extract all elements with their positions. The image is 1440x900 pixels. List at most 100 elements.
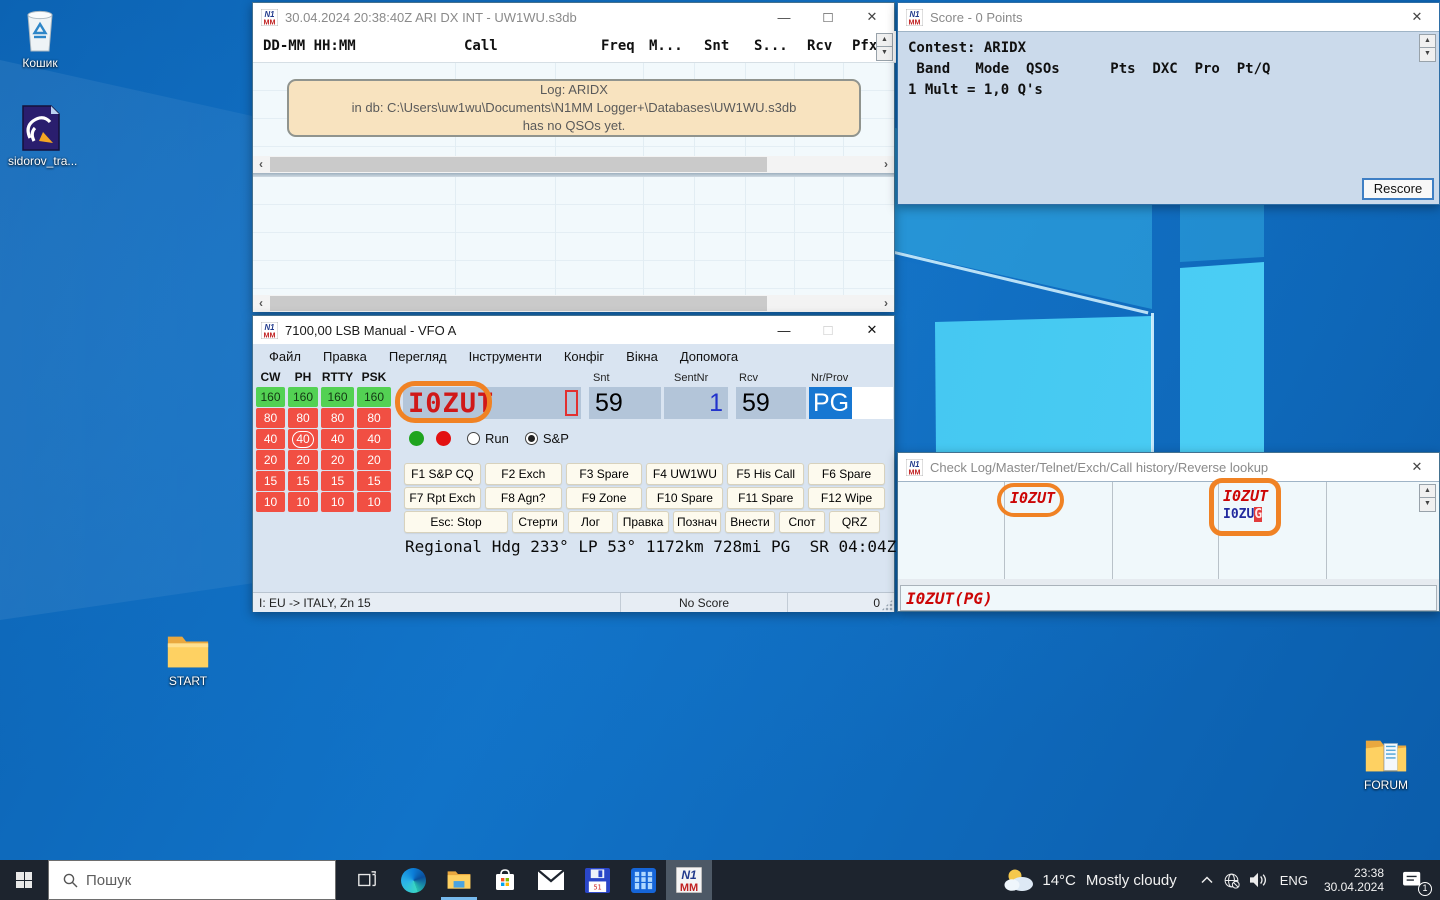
- resize-grip[interactable]: [881, 599, 893, 611]
- minimize-icon[interactable]: [762, 316, 806, 344]
- check-window-titlebar[interactable]: N1MM Check Log/Master/Telnet/Exch/Call h…: [898, 453, 1439, 481]
- nrprov-input[interactable]: PG: [809, 387, 893, 419]
- language-indicator[interactable]: ENG: [1280, 873, 1308, 888]
- close-icon[interactable]: [850, 3, 894, 31]
- band-button-psk-15[interactable]: 15: [357, 471, 391, 491]
- menu-edit[interactable]: Правка: [323, 349, 367, 364]
- f9-button[interactable]: F9 Zone: [566, 487, 643, 509]
- band-button-cw-20[interactable]: 20: [256, 450, 285, 470]
- band-button-rtty-40[interactable]: 40: [321, 429, 354, 449]
- n1mm-taskbar-button[interactable]: N1MM: [666, 860, 712, 900]
- band-button-ph-15[interactable]: 15: [288, 471, 318, 491]
- f1-button[interactable]: F1 S&P CQ: [404, 463, 481, 485]
- scrollbar-thumb[interactable]: [270, 157, 767, 172]
- menu-config[interactable]: Конфіг: [564, 349, 604, 364]
- mail-button[interactable]: [528, 860, 574, 900]
- scrollbar-thumb[interactable]: [270, 296, 767, 311]
- band-button-rtty-15[interactable]: 15: [321, 471, 354, 491]
- band-button-psk-80[interactable]: 80: [357, 408, 391, 428]
- archive-app-button[interactable]: [620, 860, 666, 900]
- desktop-icon-sidorov-document[interactable]: sidorov_tra...: [8, 104, 72, 168]
- band-button-psk-20[interactable]: 20: [357, 450, 391, 470]
- scroll-up-icon[interactable]: [876, 33, 893, 47]
- scroll-left-icon[interactable]: [253, 295, 269, 312]
- qrz-button[interactable]: QRZ: [829, 511, 880, 533]
- band-button-ph-160[interactable]: 160: [288, 387, 318, 407]
- f3-button[interactable]: F3 Spare: [566, 463, 643, 485]
- scroll-up-icon[interactable]: [1419, 484, 1436, 498]
- menu-tools[interactable]: Інструменти: [469, 349, 542, 364]
- menu-view[interactable]: Перегляд: [389, 349, 447, 364]
- band-button-ph-10[interactable]: 10: [288, 492, 318, 512]
- menu-help[interactable]: Допомога: [680, 349, 738, 364]
- tray-overflow-button[interactable]: [1195, 860, 1219, 900]
- band-button-rtty-20[interactable]: 20: [321, 450, 354, 470]
- scroll-right-icon[interactable]: [878, 156, 894, 173]
- band-button-cw-160[interactable]: 160: [256, 387, 285, 407]
- log-window-titlebar[interactable]: N1MM 30.04.2024 20:38:40Z ARI DX INT - U…: [253, 3, 894, 31]
- rcv-input[interactable]: 59: [736, 387, 806, 419]
- weather-button[interactable]: [1002, 860, 1036, 900]
- band-button-rtty-160[interactable]: 160: [321, 387, 354, 407]
- f5-button[interactable]: F5 His Call: [727, 463, 804, 485]
- action-center-button[interactable]: 1: [1392, 860, 1434, 900]
- edit-button[interactable]: Правка: [617, 511, 669, 533]
- rescore-button[interactable]: Rescore: [1362, 178, 1434, 200]
- band-button-ph-20[interactable]: 20: [288, 450, 318, 470]
- tray-temperature[interactable]: 14°C: [1042, 872, 1076, 889]
- band-button-cw-15[interactable]: 15: [256, 471, 285, 491]
- taskbar-search[interactable]: [48, 860, 336, 900]
- band-button-ph-80[interactable]: 80: [288, 408, 318, 428]
- f4-button[interactable]: F4 UW1WU: [646, 463, 723, 485]
- menu-file[interactable]: Файл: [269, 349, 301, 364]
- score-scroll-spinner[interactable]: [1419, 34, 1436, 62]
- volume-button[interactable]: [1244, 860, 1272, 900]
- log-horizontal-scrollbar[interactable]: [253, 156, 894, 173]
- scroll-right-icon[interactable]: [878, 295, 894, 312]
- band-button-ph-40-selected[interactable]: 40: [288, 429, 318, 449]
- maximize-icon[interactable]: [806, 316, 850, 344]
- band-button-rtty-80[interactable]: 80: [321, 408, 354, 428]
- mark-button[interactable]: Познач: [673, 511, 721, 533]
- store-button[interactable]: [482, 860, 528, 900]
- band-button-psk-40[interactable]: 40: [357, 429, 391, 449]
- wipe-button[interactable]: Стерти: [512, 511, 564, 533]
- store-button[interactable]: Внести: [725, 511, 775, 533]
- maximize-icon[interactable]: [806, 3, 850, 31]
- close-icon[interactable]: [850, 316, 894, 344]
- log-button[interactable]: Лог: [568, 511, 613, 533]
- log-horizontal-scrollbar[interactable]: [253, 295, 894, 312]
- check-master-suggestion[interactable]: I0ZUG: [1223, 507, 1262, 522]
- f11-button[interactable]: F11 Spare: [727, 487, 804, 509]
- scroll-down-icon[interactable]: [1419, 498, 1436, 512]
- f7-button[interactable]: F7 Rpt Exch: [404, 487, 481, 509]
- run-radio[interactable]: [467, 432, 480, 445]
- f2-button[interactable]: F2 Exch: [485, 463, 562, 485]
- snt-input[interactable]: 59: [589, 387, 661, 419]
- desktop-icon-forum-folder[interactable]: FORUM: [1354, 728, 1418, 792]
- check-log-callsign[interactable]: I0ZUT: [1010, 489, 1055, 507]
- log-scroll-spinner[interactable]: [876, 33, 893, 61]
- check-scroll-spinner[interactable]: [1419, 484, 1436, 512]
- scroll-left-icon[interactable]: [253, 156, 269, 173]
- desktop-icon-start-folder[interactable]: START: [156, 624, 220, 688]
- sp-radio[interactable]: [525, 432, 538, 445]
- scroll-up-icon[interactable]: [1419, 34, 1436, 48]
- f12-button[interactable]: F12 Wipe: [808, 487, 885, 509]
- check-master-callsign[interactable]: I0ZUT: [1223, 487, 1268, 505]
- sentnr-input[interactable]: 1: [664, 387, 728, 419]
- scroll-down-icon[interactable]: [876, 47, 893, 61]
- band-button-rtty-10[interactable]: 10: [321, 492, 354, 512]
- scroll-down-icon[interactable]: [1419, 48, 1436, 62]
- f6-button[interactable]: F6 Spare: [808, 463, 885, 485]
- band-button-cw-40[interactable]: 40: [256, 429, 285, 449]
- entry-window-titlebar[interactable]: N1MM 7100,00 LSB Manual - VFO A: [253, 316, 894, 344]
- close-icon[interactable]: [1395, 3, 1439, 31]
- logger-app-button[interactable]: 51: [574, 860, 620, 900]
- band-button-psk-10[interactable]: 10: [357, 492, 391, 512]
- esc-stop-button[interactable]: Esc: Stop: [404, 511, 508, 533]
- network-button[interactable]: [1219, 860, 1244, 900]
- f10-button[interactable]: F10 Spare: [646, 487, 723, 509]
- edge-browser-button[interactable]: [390, 860, 436, 900]
- spot-button[interactable]: Спот: [779, 511, 825, 533]
